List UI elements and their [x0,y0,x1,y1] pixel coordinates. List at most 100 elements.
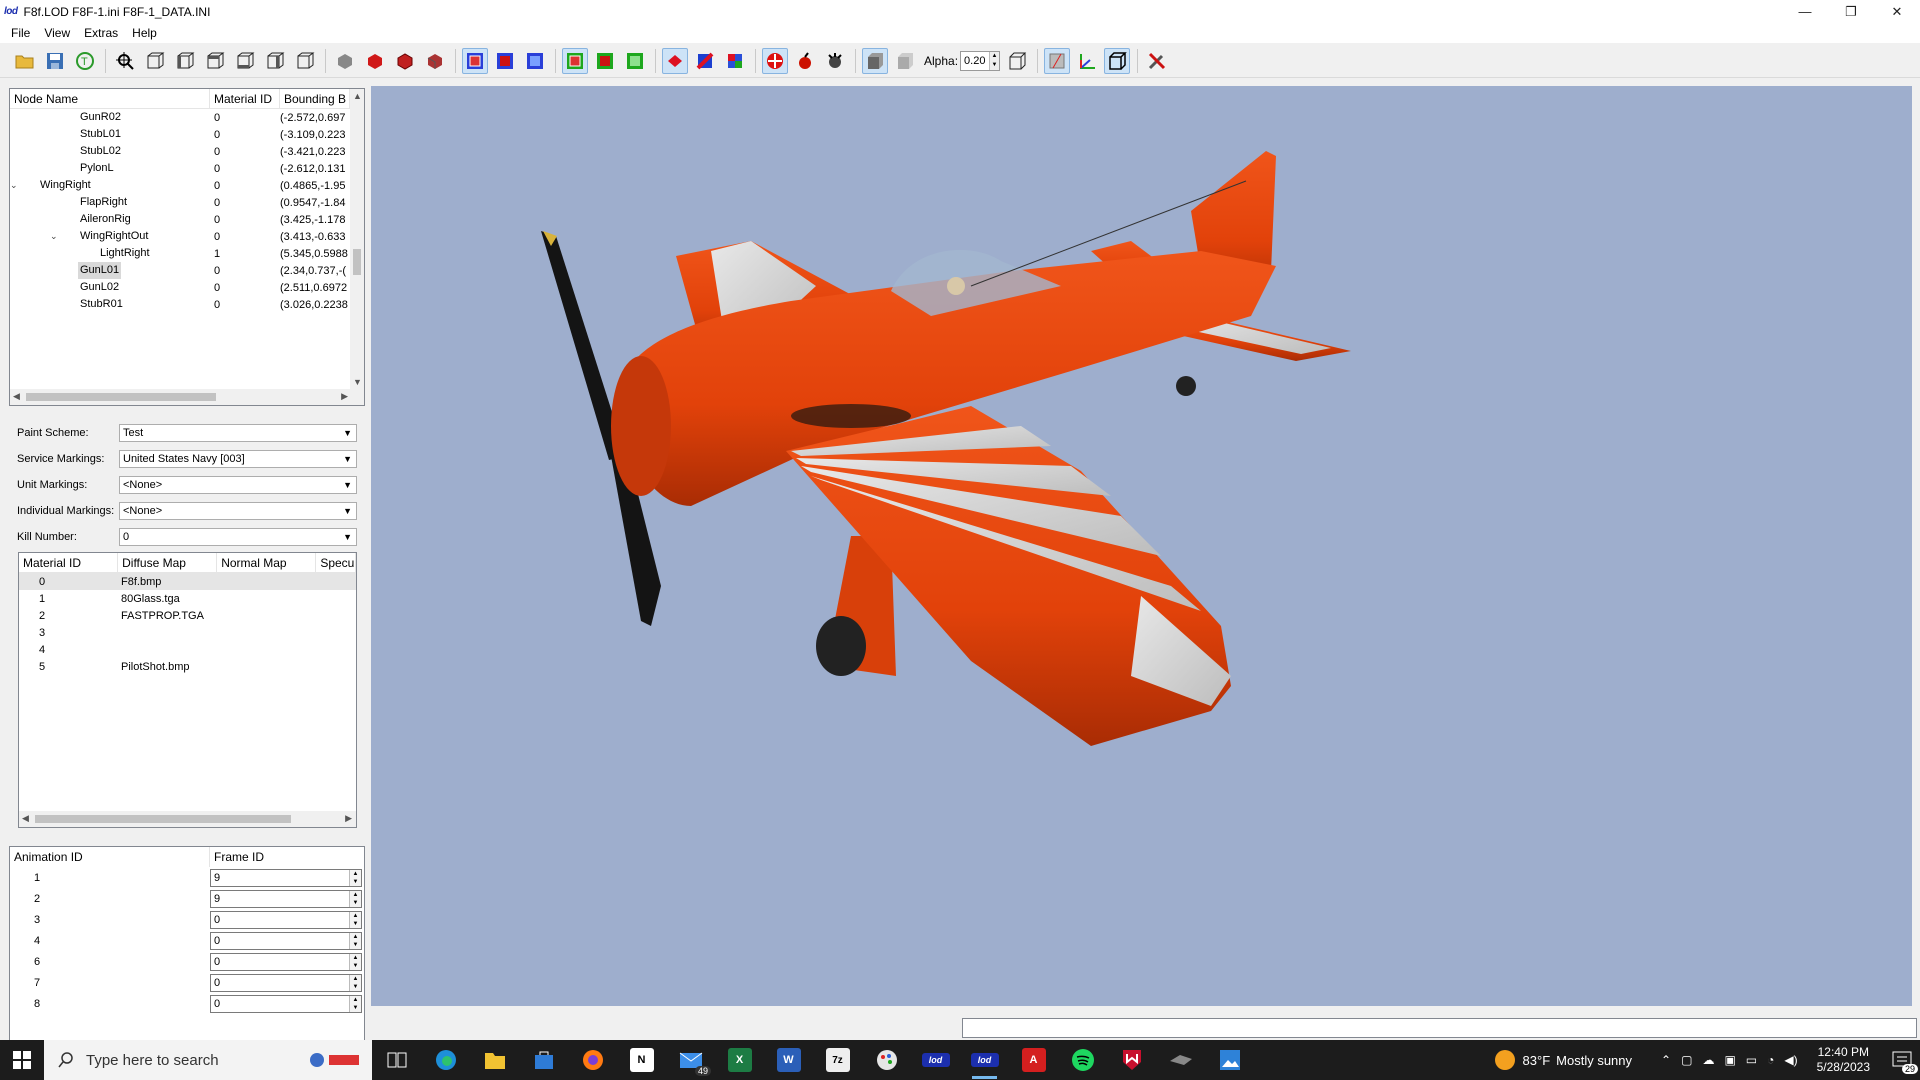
individual-markings-select[interactable]: <None> ▼ [119,502,357,520]
mcafee-icon[interactable] [1107,1040,1156,1080]
shading-textured-icon[interactable] [392,48,418,74]
shape-mixed-icon[interactable] [692,48,718,74]
stepper-arrows-icon[interactable]: ▲ ▼ [349,932,361,949]
scroll-thumb[interactable] [353,249,361,275]
frame-id-stepper[interactable]: 9 ▲ ▼ [210,889,362,908]
shading-red-icon[interactable] [362,48,388,74]
green-wire-icon[interactable] [622,48,648,74]
node-tree-row[interactable]: FlapRight 0 (0.9547,-1.84 [10,194,364,211]
service-markings-select[interactable]: United States Navy [003] ▼ [119,450,357,468]
stepper-arrows-icon[interactable]: ▲ ▼ [349,974,361,991]
node-tree-row[interactable]: AileronRig 0 (3.425,-1.178 [10,211,364,228]
node-tree-row[interactable]: LightRight 1 (5.345,0.5988 [10,245,364,262]
node-tree-row[interactable]: StubR01 0 (3.026,0.2238 [10,296,364,313]
green-solid-icon[interactable] [592,48,618,74]
volume-icon[interactable]: ◀) [1784,1053,1797,1067]
menu-file[interactable]: File [4,26,37,40]
blue-solid-icon[interactable] [492,48,518,74]
node-tree-row[interactable]: GunR02 0 (-2.572,0.697 [10,109,364,126]
scroll-down-icon[interactable]: ▼ [353,377,362,387]
battery-icon[interactable]: ▭ [1746,1053,1757,1067]
material-row[interactable]: 1 80Glass.tga [19,590,356,607]
3d-viewport[interactable] [371,86,1912,1006]
column-diffuse-map[interactable]: Diffuse Map [118,553,218,573]
translucent-cube-icon[interactable] [892,48,918,74]
menu-extras[interactable]: Extras [77,26,125,40]
lod-viewer-icon-1[interactable]: lod [911,1040,960,1080]
node-tree-row[interactable]: GunL02 0 (2.511,0.6972 [10,279,364,296]
column-material-id[interactable]: Material ID [210,89,280,109]
explosion-icon[interactable] [822,48,848,74]
chevron-down-icon[interactable]: ⌄ [10,177,18,194]
node-tree-row[interactable]: StubL02 0 (-3.421,0.223 [10,143,364,160]
excel-icon[interactable]: X [715,1040,764,1080]
shading-mixed-icon[interactable] [422,48,448,74]
view-front-icon[interactable] [142,48,168,74]
status-field[interactable] [962,1018,1917,1038]
view-left-icon[interactable] [262,48,288,74]
scroll-left-icon[interactable]: ◀ [13,391,20,402]
node-tree-row[interactable]: ⌄ WingRight 0 (0.4865,-1.95 [10,177,364,194]
frame-id-stepper[interactable]: 0 ▲ ▼ [210,973,362,992]
frame-id-stepper[interactable]: 0 ▲ ▼ [210,910,362,929]
lod-viewer-icon-2[interactable]: lod [960,1040,1009,1080]
firefox-icon[interactable] [568,1040,617,1080]
material-row[interactable]: 4 [19,641,356,658]
green-bbox-icon[interactable] [562,47,588,74]
scroll-right-icon[interactable]: ▶ [341,391,348,402]
bomb-icon[interactable] [792,48,818,74]
material-table-horizontal-scrollbar[interactable]: ◀ ▶ [19,811,356,827]
frame-id-stepper[interactable]: 0 ▲ ▼ [210,994,362,1013]
spotify-icon[interactable] [1058,1040,1107,1080]
frame-id-stepper[interactable]: 9 ▲ ▼ [210,868,362,887]
stepper-arrows-icon[interactable]: ▲ ▼ [349,869,361,886]
column-normal-map[interactable]: Normal Map [217,553,317,573]
zoom-icon[interactable] [112,48,138,74]
frame-id-stepper[interactable]: 0 ▲ ▼ [210,952,362,971]
start-button[interactable] [0,1040,44,1080]
view-back-icon[interactable] [172,48,198,74]
scroll-thumb[interactable] [26,393,216,401]
stepper-arrows-icon[interactable]: ▲ ▼ [349,890,361,907]
paint-icon[interactable] [862,1040,911,1080]
taskbar-search[interactable]: Type here to search [44,1040,372,1080]
tools-icon[interactable] [1144,48,1170,74]
frame-id-stepper[interactable]: 0 ▲ ▼ [210,931,362,950]
edge-icon[interactable] [421,1040,470,1080]
node-tree-horizontal-scrollbar[interactable]: ◀ ▶ [10,389,364,405]
wire-cube-icon[interactable] [1004,48,1030,74]
column-material-id[interactable]: Material ID [19,553,119,573]
target-icon[interactable] [762,47,788,74]
blue-bbox-icon[interactable] [462,47,488,74]
open-file-icon[interactable] [12,48,38,74]
blue-wire-icon[interactable] [522,48,548,74]
word-icon[interactable]: W [764,1040,813,1080]
scroll-thumb[interactable] [35,815,291,823]
chevron-down-icon[interactable]: ⌄ [50,228,58,245]
view-top-icon[interactable] [202,48,228,74]
material-row[interactable]: 2 FASTPROP.TGA [19,607,356,624]
notification-center-icon[interactable]: 29 [1884,1040,1920,1080]
grid-icon[interactable] [1044,47,1071,74]
node-tree-row[interactable]: PylonL 0 (-2.612,0.131 [10,160,364,177]
game-icon[interactable] [1156,1040,1205,1080]
mail-icon[interactable]: 49 [666,1040,715,1080]
minimize-button[interactable]: — [1782,0,1828,23]
scroll-up-icon[interactable]: ▲ [353,91,362,101]
node-tree-row[interactable]: StubL01 0 (-3.109,0.223 [10,126,364,143]
solid-cube-icon[interactable] [862,47,888,74]
7zip-icon[interactable]: 7z [813,1040,862,1080]
chevron-up-icon[interactable]: ⌃ [1661,1053,1671,1067]
weather-widget[interactable]: 83°F Mostly sunny [1494,1050,1632,1070]
unit-markings-select[interactable]: <None> ▼ [119,476,357,494]
reload-icon[interactable]: T [72,48,98,74]
node-tree-row[interactable]: GunL01 0 (2.34,0.737,-( [10,262,364,279]
photos-icon[interactable] [1205,1040,1254,1080]
menu-help[interactable]: Help [125,26,164,40]
scroll-right-icon[interactable]: ▶ [345,813,352,824]
axes-icon[interactable] [1074,48,1100,74]
node-tree[interactable]: Node Name Material ID Bounding B GunR02 0… [9,88,365,406]
stepper-arrows-icon[interactable]: ▲ ▼ [349,953,361,970]
display-icon[interactable]: ▣ [1724,1053,1735,1067]
node-tree-row[interactable]: ⌄ WingRightOut 0 (3.413,-0.633 [10,228,364,245]
